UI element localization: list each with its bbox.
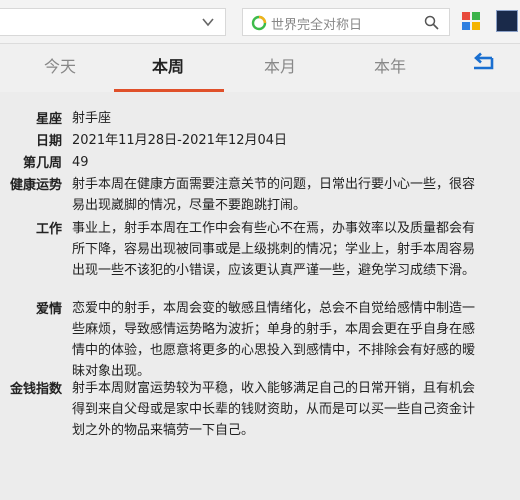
money-value: 射手本周财富运势较为平稳，收入能够满足自己的日常开销，且有机会得到来自父母或是家… bbox=[72, 381, 476, 438]
tab-today[interactable]: 今天 bbox=[10, 52, 110, 88]
apps-grid-icon[interactable] bbox=[462, 12, 480, 30]
week-label: 第几周 bbox=[22, 156, 62, 171]
tab-this-year[interactable]: 本年 bbox=[340, 52, 440, 88]
search-input[interactable]: 世界完全对称日 bbox=[242, 8, 450, 36]
address-bar[interactable] bbox=[0, 8, 226, 36]
active-tab-indicator bbox=[114, 89, 224, 92]
search-icon[interactable] bbox=[424, 15, 439, 30]
search-engine-icon bbox=[251, 15, 267, 31]
constellation-label: 星座 bbox=[35, 112, 62, 127]
work-value: 事业上，射手本周在工作中会有些心不在焉，办事效率以及质量都会有所下降，容易出现被… bbox=[72, 221, 476, 278]
constellation-value: 射手座 bbox=[72, 111, 112, 126]
back-icon[interactable] bbox=[470, 52, 496, 74]
period-tabs: 今天 本周 本月 本年 bbox=[0, 44, 520, 92]
extension-icon[interactable] bbox=[496, 10, 518, 32]
search-placeholder: 世界完全对称日 bbox=[271, 18, 363, 33]
love-label: 爱情 bbox=[35, 302, 62, 317]
date-label: 日期 bbox=[35, 134, 62, 149]
tab-this-month[interactable]: 本月 bbox=[230, 52, 330, 88]
health-label: 健康运势 bbox=[9, 178, 62, 193]
love-value: 恋爱中的射手，本周会变的敏感且情绪化，总会不自觉给感情中制造一些麻烦，导致感情运… bbox=[72, 301, 476, 379]
health-value: 射手本周在健康方面需要注意关节的问题，日常出行要小心一些，很容易出现崴脚的情况，… bbox=[72, 177, 476, 213]
browser-toolbar: 世界完全对称日 bbox=[0, 0, 520, 44]
tab-this-week[interactable]: 本周 bbox=[118, 52, 218, 88]
date-value: 2021年11月28日-2021年12月04日 bbox=[72, 133, 288, 148]
work-label: 工作 bbox=[35, 222, 62, 237]
money-label: 金钱指数 bbox=[9, 382, 62, 397]
week-value: 49 bbox=[72, 155, 89, 170]
chevron-down-icon[interactable] bbox=[201, 15, 215, 29]
